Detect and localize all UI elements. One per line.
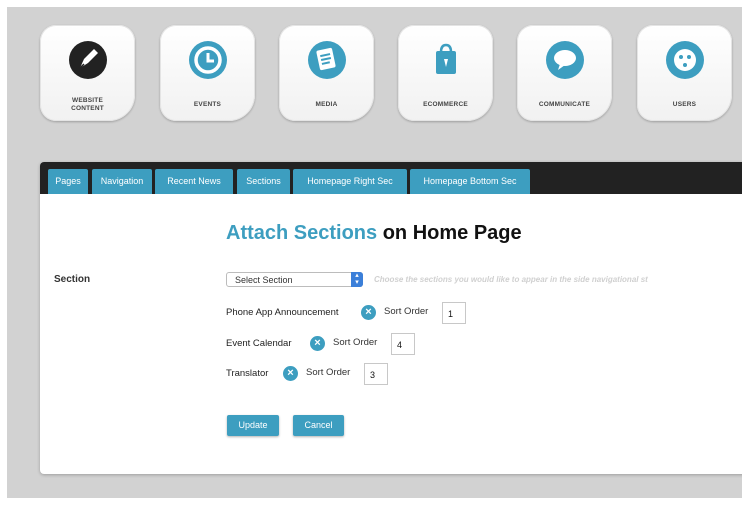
section-name: Event Calendar — [226, 338, 292, 349]
remove-icon[interactable]: × — [283, 366, 298, 381]
tile-users[interactable]: USERS — [637, 25, 732, 121]
sort-order-label: Sort Order — [306, 367, 351, 378]
sort-order-label: Sort Order — [384, 306, 429, 317]
remove-icon[interactable]: × — [361, 305, 376, 320]
tab-sections[interactable]: Sections — [237, 169, 290, 194]
shopping-bag-icon — [436, 43, 456, 74]
page-title-accent: Attach Sections — [226, 222, 378, 244]
users-icon — [666, 41, 704, 79]
section-select[interactable]: Select Section ▴ ▾ — [226, 272, 363, 287]
clock-icon — [189, 41, 227, 79]
tile-media[interactable]: MEDIA — [279, 25, 374, 121]
tile-label: WEBSITE CONTENT — [71, 97, 104, 112]
section-name: Translator — [226, 368, 269, 379]
sort-order-input[interactable]: 4 — [391, 333, 415, 355]
tab-homepage-right-sec[interactable]: Homepage Right Sec — [293, 169, 407, 194]
tab-pages[interactable]: Pages — [48, 169, 88, 194]
cancel-button[interactable]: Cancel — [293, 415, 344, 436]
tile-label: COMMUNICATE — [538, 101, 591, 108]
tile-label: MEDIA — [315, 101, 338, 108]
admin-panel: Pages Navigation Recent News Sections Ho… — [40, 162, 742, 474]
section-hint: Choose the sections you would like to ap… — [374, 275, 648, 284]
sort-order-label: Sort Order — [333, 337, 378, 348]
section-row: Translator × Sort Order 3 — [226, 363, 446, 385]
tile-label: EVENTS — [193, 101, 222, 108]
tab-navigation[interactable]: Navigation — [92, 169, 152, 194]
tile-communicate[interactable]: COMMUNICATE — [517, 25, 612, 121]
tile-events[interactable]: EVENTS — [160, 25, 255, 121]
select-arrows-icon: ▴ ▾ — [351, 272, 363, 287]
section-select-value: Select Section — [235, 275, 293, 285]
update-button[interactable]: Update — [227, 415, 279, 436]
page-title-rest: on Home Page — [377, 222, 522, 244]
website-content-icon — [69, 41, 107, 79]
sort-order-input[interactable]: 1 — [442, 302, 466, 324]
media-icon — [308, 41, 346, 79]
tab-homepage-bottom-sec[interactable]: Homepage Bottom Sec — [410, 169, 530, 194]
tile-ecommerce[interactable]: ECOMMERCE — [398, 25, 493, 121]
section-row: Event Calendar × Sort Order 4 — [226, 333, 466, 355]
tab-recent-news[interactable]: Recent News — [155, 169, 233, 194]
remove-icon[interactable]: × — [310, 336, 325, 351]
section-label: Section — [54, 274, 91, 285]
sort-order-input[interactable]: 3 — [364, 363, 388, 385]
tile-label: USERS — [672, 101, 697, 108]
app-background: WEBSITE CONTENT EVENTS MEDIA ECOMMERCE C… — [7, 7, 742, 498]
section-row: Phone App Announcement × Sort Order 1 — [226, 302, 486, 324]
tile-website-content[interactable]: WEBSITE CONTENT — [40, 25, 135, 121]
page-title: Attach Sections on Home Page — [226, 222, 522, 245]
section-name: Phone App Announcement — [226, 307, 339, 318]
tab-bar: Pages Navigation Recent News Sections Ho… — [40, 162, 742, 194]
tile-label: ECOMMERCE — [423, 101, 468, 108]
speech-bubble-icon — [546, 41, 584, 79]
